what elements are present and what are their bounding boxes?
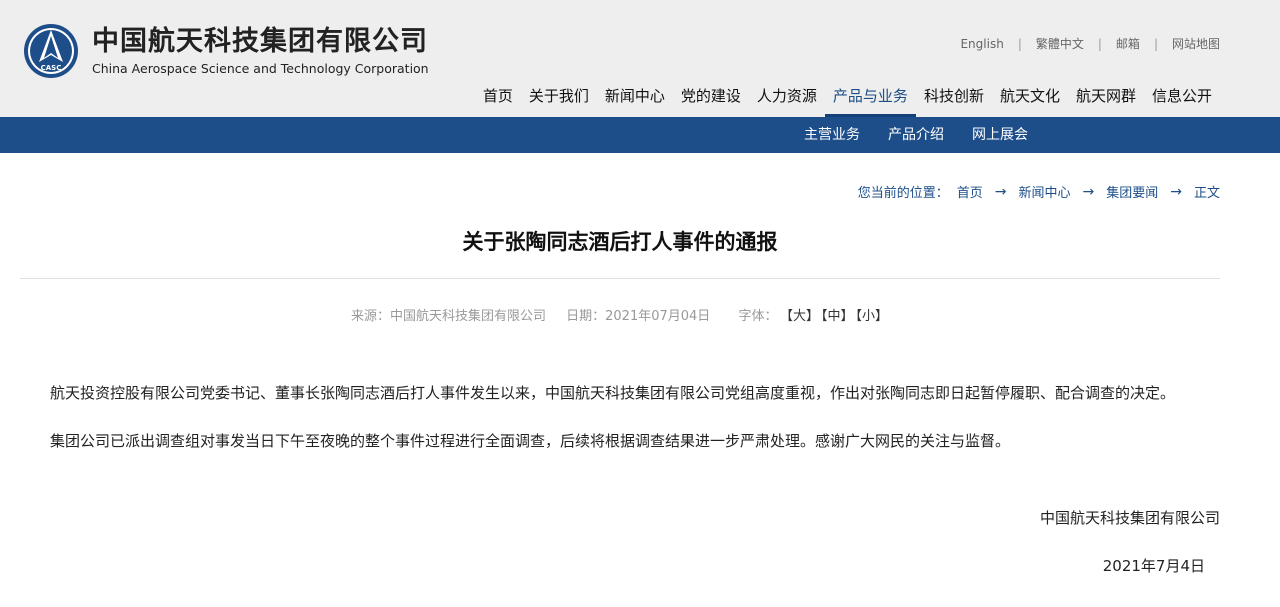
article-body: 航天投资控股有限公司党委书记、董事长张陶同志酒后打人事件发生以来，中国航天科技集… <box>20 378 1220 474</box>
nav-about[interactable]: 关于我们 <box>521 80 597 117</box>
signature-company: 中国航天科技集团有限公司 <box>1039 509 1220 527</box>
link-traditional-chinese[interactable]: 繁體中文 <box>1036 35 1084 52</box>
link-separator: | <box>1097 36 1102 51</box>
link-separator: | <box>1017 36 1022 51</box>
breadcrumb-home[interactable]: 首页 <box>957 182 983 201</box>
breadcrumb-article[interactable]: 正文 <box>1194 182 1220 201</box>
article-source: 来源：中国航天科技集团有限公司 <box>350 309 546 324</box>
nav-disclosure[interactable]: 信息公开 <box>1144 80 1220 117</box>
link-mailbox[interactable]: 邮箱 <box>1116 35 1140 52</box>
site-logo[interactable]: CASC 中国航天科技集团有限公司 China Aerospace Scienc… <box>22 22 429 80</box>
breadcrumb: 您当前的位置： 首页 → 新闻中心 → 集团要闻 → 正文 <box>857 182 1220 202</box>
article-meta: 来源：中国航天科技集团有限公司 日期：2021年07月04日 字体： 【大】 【中】… <box>0 305 1240 324</box>
nav-party[interactable]: 党的建设 <box>673 80 749 117</box>
link-separator: | <box>1153 36 1158 51</box>
font-size-label: 字体： <box>738 309 778 324</box>
font-size-controls: 字体： 【大】 【中】 【小】 <box>730 309 889 324</box>
nav-products[interactable]: 产品与业务 <box>824 80 916 117</box>
arrow-right-icon: → <box>1082 183 1095 200</box>
article-paragraph: 集团公司已派出调查组对事发当日下午至夜晚的整个事件过程进行全面调查，后续将根据调… <box>50 432 1011 450</box>
nav-home[interactable]: 首页 <box>475 80 521 117</box>
casc-logo-icon: CASC <box>24 24 78 78</box>
subnav-main-business[interactable]: 主营业务 <box>790 117 874 153</box>
breadcrumb-label: 您当前的位置： <box>857 186 949 201</box>
link-sitemap[interactable]: 网站地图 <box>1172 35 1220 52</box>
signature-date: 2021年7月4日 <box>1102 557 1205 575</box>
font-size-medium-button[interactable]: 【中】 <box>821 309 854 324</box>
font-size-small-button[interactable]: 【小】 <box>856 309 889 324</box>
breadcrumb-group-news[interactable]: 集团要闻 <box>1106 182 1158 201</box>
nav-network[interactable]: 航天网群 <box>1068 80 1144 117</box>
link-english[interactable]: English <box>960 37 1003 51</box>
subnav-products[interactable]: 产品介绍 <box>874 117 958 153</box>
top-utility-links: English | 繁體中文 | 邮箱 | 网站地图 <box>960 35 1220 52</box>
arrow-right-icon: → <box>1170 183 1182 200</box>
logo-badge-text: CASC <box>41 64 62 72</box>
title-divider <box>20 278 1220 279</box>
article-date: 日期：2021年07月04日 <box>566 309 711 324</box>
article-title: 关于张陶同志酒后打人事件的通报 <box>462 230 778 254</box>
nav-innovation[interactable]: 科技创新 <box>916 80 992 117</box>
font-size-large-button[interactable]: 【大】 <box>786 309 819 324</box>
site-header: CASC 中国航天科技集团有限公司 China Aerospace Scienc… <box>0 0 1280 117</box>
arrow-right-icon: → <box>994 183 1007 200</box>
nav-news[interactable]: 新闻中心 <box>597 80 673 117</box>
logo-chinese-name: 中国航天科技集团有限公司 <box>92 25 428 57</box>
article-paragraph: 航天投资控股有限公司党委书记、董事长张陶同志酒后打人事件发生以来，中国航天科技集… <box>50 384 1176 402</box>
nav-hr[interactable]: 人力资源 <box>749 80 825 117</box>
logo-english-name: China Aerospace Science and Technology C… <box>92 60 429 76</box>
nav-culture[interactable]: 航天文化 <box>992 80 1068 117</box>
main-nav: 首页 关于我们 新闻中心 党的建设 人力资源 产品与业务 科技创新 航天文化 航… <box>475 80 1220 117</box>
breadcrumb-news[interactable]: 新闻中心 <box>1018 182 1070 201</box>
sub-nav-bar: 主营业务 产品介绍 网上展会 <box>0 117 1280 153</box>
subnav-online-expo[interactable]: 网上展会 <box>958 117 1042 153</box>
